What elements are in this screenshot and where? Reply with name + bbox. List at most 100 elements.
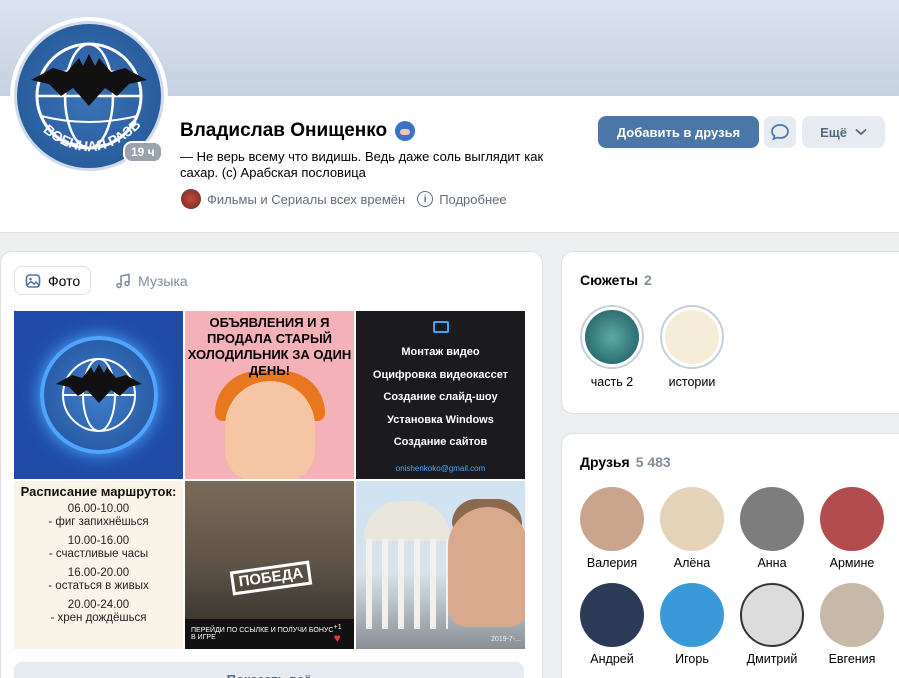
schedule-line: 20.00-24.00 xyxy=(67,599,130,611)
friend-item[interactable]: Андрей xyxy=(574,583,650,666)
more-label: Ещё xyxy=(820,124,847,140)
story-ring xyxy=(660,305,724,369)
friend-name: Анна xyxy=(757,556,787,570)
service-row: Оцифровка видеокассет xyxy=(372,368,509,381)
avatar xyxy=(660,487,724,551)
photo-emblem[interactable] xyxy=(14,311,183,479)
photo-icon xyxy=(25,273,41,288)
rotunda-dome xyxy=(364,501,450,541)
friend-item[interactable]: Анна xyxy=(734,487,810,570)
rotunda-columns xyxy=(366,539,448,629)
friend-name: Алёна xyxy=(673,556,711,570)
service-row: Создание слайд-шоу xyxy=(383,391,498,403)
profile-meta: Фильмы и Сериалы всех времён i Подробнее xyxy=(181,189,507,209)
comic-face xyxy=(225,381,315,479)
show-all-button[interactable]: Показать всё xyxy=(14,662,524,678)
avatar xyxy=(820,487,884,551)
music-note-icon xyxy=(116,273,130,288)
avatar xyxy=(740,487,804,551)
group-avatar-icon xyxy=(181,189,201,209)
friend-item[interactable]: Евгения xyxy=(814,583,890,666)
message-button[interactable] xyxy=(764,116,796,148)
avatar xyxy=(740,583,804,647)
heart-icon: ♥ xyxy=(333,630,341,645)
story-thumbnail xyxy=(585,310,639,364)
friend-item[interactable]: Игорь xyxy=(654,583,730,666)
group-link[interactable]: Фильмы и Сериалы всех времён xyxy=(181,189,405,209)
friend-item[interactable]: Алёна xyxy=(654,487,730,570)
friend-name: Игорь xyxy=(675,652,709,666)
profile-page: ВОЕННАЯ РАЗВЕДКА 19 ч Владислав Онищенко… xyxy=(0,0,899,678)
story-label: истории xyxy=(668,375,716,389)
schedule-title: Расписание маршруток: xyxy=(20,484,177,499)
time-badge: 19 ч xyxy=(123,141,163,163)
friends-title[interactable]: Друзья 5 483 xyxy=(580,454,671,470)
service-row: Установка Windows xyxy=(387,413,494,426)
story-item[interactable]: истории xyxy=(652,305,732,389)
service-email: onishenkoko@gmail.com xyxy=(395,463,486,473)
tab-music-label: Музыка xyxy=(138,272,188,289)
photo-fridge-ad[interactable]: ОБЪЯВЛЕНИЯ И Я ПРОДАЛА СТАРЫЙ ХОЛОДИЛЬНИ… xyxy=(185,311,354,479)
friends-count: 5 483 xyxy=(635,454,671,470)
avatar xyxy=(580,487,644,551)
schedule-line: - хрен дождёшься xyxy=(50,612,147,624)
avatar xyxy=(660,583,724,647)
video-camera-icon xyxy=(432,321,449,333)
photo-services[interactable]: Монтаж видео Оцифровка видеокассет Созда… xyxy=(356,311,525,479)
profile-status: — Не верь всему что видишь. Ведь даже со… xyxy=(180,149,544,180)
bat-emblem-icon xyxy=(56,358,142,432)
schedule-line: 16.00-20.00 xyxy=(67,567,130,579)
game-ad-text: ПЕРЕЙДИ ПО ССЫЛКЕ И ПОЛУЧИ БОНУС В ИГРЕ xyxy=(191,627,334,641)
game-ad-count: +1 ♥ xyxy=(334,624,348,645)
story-item[interactable]: часть 2 xyxy=(572,305,652,389)
schedule-line: 10.00-16.00 xyxy=(67,535,130,547)
add-friend-button[interactable]: Добавить в друзья xyxy=(598,116,759,148)
friend-item[interactable]: Валерия xyxy=(574,487,650,570)
story-label: часть 2 xyxy=(590,375,634,389)
details-label: Подробнее xyxy=(439,191,507,207)
schedule-line: 06.00-10.00 xyxy=(67,503,130,515)
friends-title-text: Друзья xyxy=(580,454,630,470)
stories-title[interactable]: Сюжеты 2 xyxy=(580,272,652,288)
tab-music[interactable]: Музыка xyxy=(105,266,198,295)
stories-title-text: Сюжеты xyxy=(580,272,639,288)
friend-name: Дмитрий xyxy=(746,652,798,666)
avatar xyxy=(820,583,884,647)
details-link[interactable]: i Подробнее xyxy=(417,191,507,207)
friend-name: Андрей xyxy=(590,652,634,666)
schedule-line: - остаться в живых xyxy=(48,580,149,592)
photo-fridge-text: ОБЪЯВЛЕНИЯ И Я ПРОДАЛА СТАРЫЙ ХОЛОДИЛЬНИ… xyxy=(187,315,352,378)
friend-item[interactable]: Армине xyxy=(814,487,890,570)
emoji-status-icon[interactable] xyxy=(395,121,416,141)
message-bubble-icon xyxy=(771,124,789,141)
selfie-face xyxy=(448,507,525,627)
photo-grid: ОБЪЯВЛЕНИЯ И Я ПРОДАЛА СТАРЫЙ ХОЛОДИЛЬНИ… xyxy=(14,311,525,650)
info-icon: i xyxy=(417,191,434,207)
schedule-line: - счастливые часы xyxy=(48,548,149,560)
media-tabs: Фото Музыка xyxy=(14,266,198,295)
story-ring xyxy=(580,305,644,369)
friend-name: Евгения xyxy=(828,652,876,666)
game-ad-count-value: +1 xyxy=(333,623,342,631)
tab-photos-label: Фото xyxy=(48,272,81,289)
emblem-image xyxy=(40,336,158,454)
friend-item[interactable]: Дмитрий xyxy=(734,583,810,666)
friend-name: Армине xyxy=(829,556,875,570)
game-ad-caption: ПЕРЕЙДИ ПО ССЫЛКЕ И ПОЛУЧИ БОНУС В ИГРЕ … xyxy=(185,619,354,649)
photo-date: 2019-7-... xyxy=(491,636,521,643)
service-row: Монтаж видео xyxy=(401,346,480,358)
schedule-line: - фиг запихнёшься xyxy=(48,516,149,528)
photo-game-ad[interactable]: ПОБЕДА ПЕРЕЙДИ ПО ССЫЛКЕ И ПОЛУЧИ БОНУС … xyxy=(185,481,354,649)
photo-selfie[interactable]: 2019-7-... xyxy=(356,481,525,649)
profile-name-text: Владислав Онищенко xyxy=(180,120,388,141)
avatar xyxy=(580,583,644,647)
tab-photos[interactable]: Фото xyxy=(14,266,92,295)
victory-stamp: ПОБЕДА xyxy=(229,560,313,596)
friend-name: Валерия xyxy=(586,556,638,570)
more-button[interactable]: Ещё xyxy=(802,116,885,148)
profile-name: Владислав Онищенко xyxy=(180,120,416,142)
story-thumbnail xyxy=(665,310,719,364)
photo-schedule[interactable]: Расписание маршруток: 06.00-10.00 - фиг … xyxy=(14,481,183,649)
stories-count: 2 xyxy=(644,272,652,288)
group-name: Фильмы и Сериалы всех времён xyxy=(207,191,406,207)
